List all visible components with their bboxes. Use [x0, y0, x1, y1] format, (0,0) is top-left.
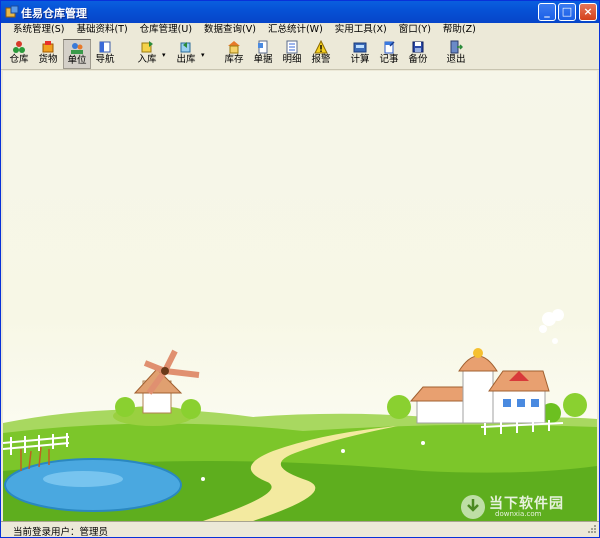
close-button[interactable]: ×: [579, 3, 597, 21]
nav-icon: [99, 41, 111, 53]
menu-basic-data[interactable]: 基础资料(T): [64, 23, 127, 37]
warehouse-icon: [13, 41, 25, 53]
watermark-en-text: downxia.com: [495, 510, 542, 518]
detail-button[interactable]: 明细: [279, 39, 305, 69]
menu-help[interactable]: 帮助(Z): [431, 23, 476, 37]
calculator-button[interactable]: 计算: [347, 39, 373, 69]
app-window: 佳易仓库管理 _ □ × 系统管理(S) 基础资料(T) 仓库管理(U) 数据查…: [0, 0, 600, 538]
menu-query[interactable]: 数据查询(V): [192, 23, 256, 37]
menu-bar: 系统管理(S) 基础资料(T) 仓库管理(U) 数据查询(V) 汇总统计(W) …: [1, 23, 599, 37]
menu-window[interactable]: 窗口(Y): [387, 23, 431, 37]
notes-icon: [384, 41, 395, 54]
landscape-illustration: [3, 309, 597, 521]
app-icon: [5, 5, 19, 18]
menu-warehouse[interactable]: 仓库管理(U): [128, 23, 192, 37]
goods-button[interactable]: 货物: [34, 39, 62, 69]
goods-icon: [42, 41, 54, 53]
stock-out-button[interactable]: 出库: [173, 39, 199, 69]
toolbar: 仓库 货物 单位 导航 入库 ▾ 出库 ▾ 库存 单据 明细 报警 计算 记事 …: [1, 38, 599, 70]
stock-in-icon: [141, 41, 153, 53]
exit-button[interactable]: 退出: [443, 39, 469, 69]
detail-icon: [286, 40, 298, 54]
floppy-disk-icon: [412, 41, 424, 53]
current-user-status: 当前登录用户：管理员: [13, 527, 109, 538]
backup-button[interactable]: 备份: [405, 39, 431, 69]
warning-icon: [314, 40, 328, 54]
notes-button[interactable]: 记事: [376, 39, 402, 69]
nav-button[interactable]: 导航: [93, 39, 117, 69]
stock-out-icon: [180, 42, 191, 53]
stock-in-button[interactable]: 入库: [134, 39, 160, 69]
stock-in-dropdown-icon[interactable]: ▾: [162, 52, 168, 59]
calculator-icon: [353, 42, 367, 53]
document-button[interactable]: 单据: [250, 39, 276, 69]
document-icon: [258, 40, 268, 54]
maximize-button[interactable]: □: [558, 3, 576, 21]
menu-statistics[interactable]: 汇总统计(W): [256, 23, 323, 37]
resize-grip-icon[interactable]: [587, 524, 597, 534]
window-title: 佳易仓库管理: [21, 7, 87, 20]
exit-door-icon: [450, 40, 463, 54]
menu-tools[interactable]: 实用工具(X): [323, 23, 387, 37]
unit-icon: [71, 43, 83, 54]
main-workspace: [3, 71, 597, 521]
alarm-button[interactable]: 报警: [308, 39, 334, 69]
minimize-button[interactable]: _: [538, 3, 556, 21]
title-bar[interactable]: 佳易仓库管理 _ □ ×: [1, 1, 599, 23]
inventory-button[interactable]: 库存: [221, 39, 247, 69]
inventory-icon: [228, 41, 240, 54]
download-logo-icon: [461, 495, 485, 519]
unit-button[interactable]: 单位: [63, 39, 91, 69]
stock-out-dropdown-icon[interactable]: ▾: [201, 52, 207, 59]
watermark: 当下软件园 downxia.com: [459, 493, 589, 521]
status-bar: 当前登录用户：管理员: [1, 521, 599, 537]
menu-system[interactable]: 系统管理(S): [1, 23, 64, 37]
warehouse-button[interactable]: 仓库: [5, 39, 33, 69]
